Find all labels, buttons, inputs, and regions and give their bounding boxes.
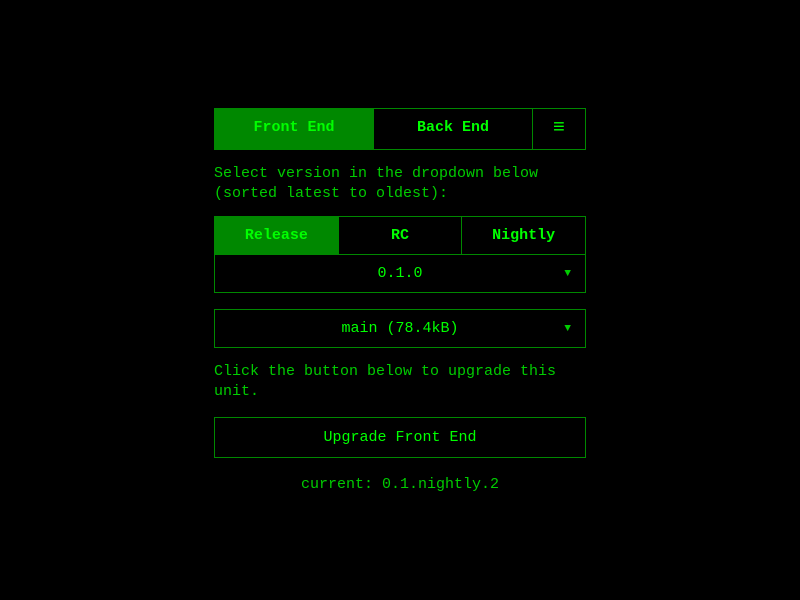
chevron-down-icon: ▼ <box>564 323 571 335</box>
version-instruction-text: Select version in the dropdown below (so… <box>214 164 586 205</box>
channel-tab-row: Release RC Nightly <box>215 217 585 255</box>
branch-dropdown[interactable]: main (78.4kB) ▼ <box>214 309 586 348</box>
branch-dropdown-value: main (78.4kB) <box>341 320 458 337</box>
hamburger-menu-icon[interactable]: ≡ <box>533 109 585 149</box>
current-version-text: current: 0.1.nightly.2 <box>214 476 586 493</box>
chevron-down-icon: ▼ <box>564 268 571 280</box>
main-tab-row: Front End Back End ≡ <box>214 108 586 150</box>
version-dropdown-value: 0.1.0 <box>377 265 422 282</box>
upgrade-button[interactable]: Upgrade Front End <box>214 417 586 458</box>
upgrade-instruction-text: Click the button below to upgrade this u… <box>214 362 586 403</box>
channel-tab-release[interactable]: Release <box>215 217 339 254</box>
tab-front-end[interactable]: Front End <box>215 109 374 149</box>
tab-back-end[interactable]: Back End <box>374 109 533 149</box>
version-dropdown[interactable]: 0.1.0 ▼ <box>215 255 585 292</box>
upgrade-panel: Front End Back End ≡ Select version in t… <box>214 108 586 493</box>
channel-block: Release RC Nightly 0.1.0 ▼ <box>214 216 586 293</box>
channel-tab-rc[interactable]: RC <box>339 217 463 254</box>
channel-tab-nightly[interactable]: Nightly <box>462 217 585 254</box>
